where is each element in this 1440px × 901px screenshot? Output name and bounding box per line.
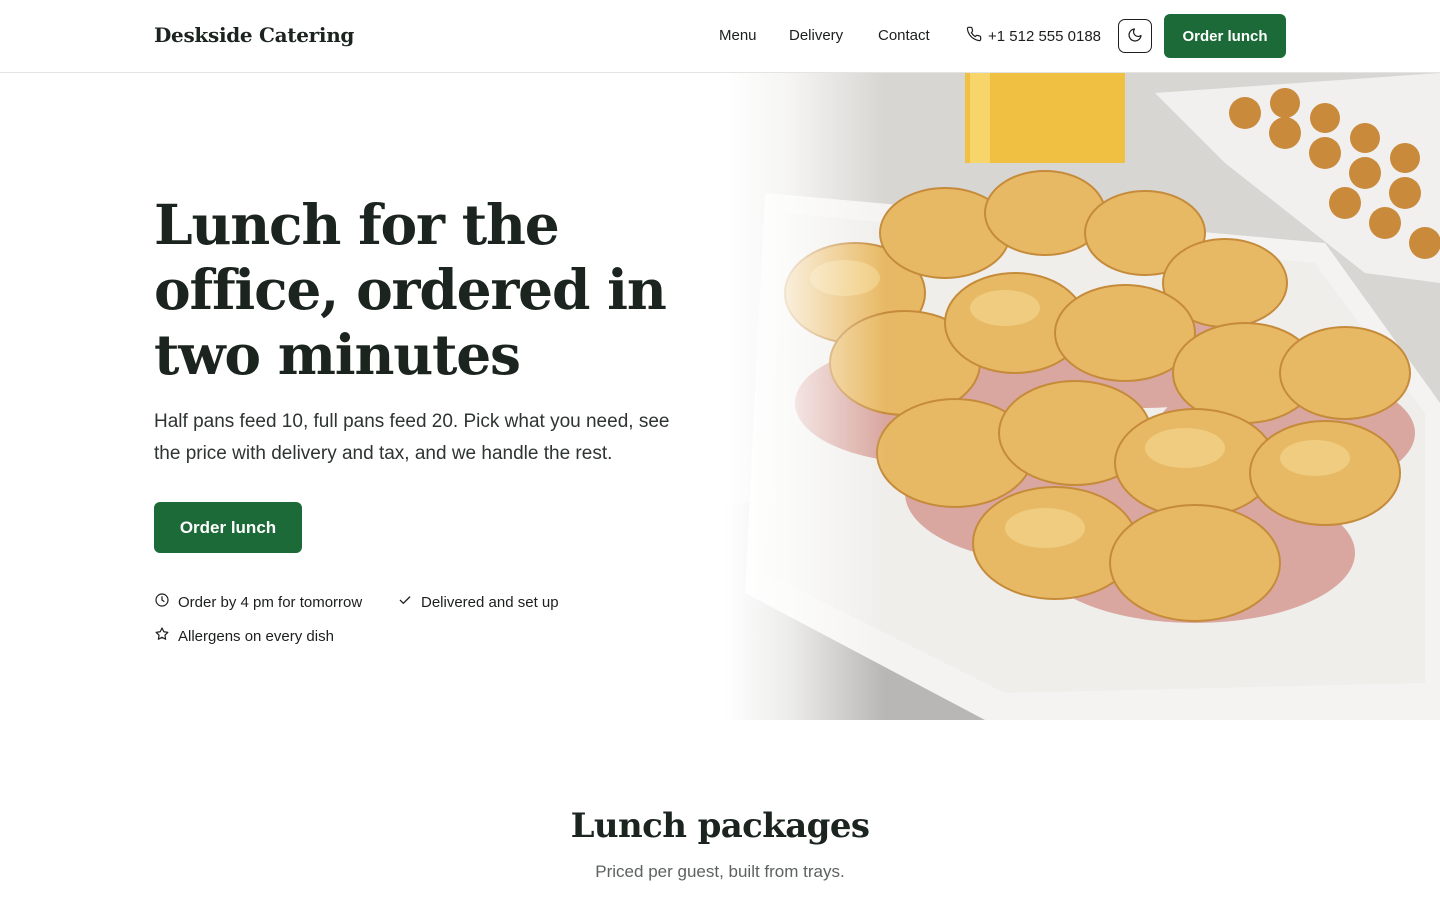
nav-link-contact[interactable]: Contact: [878, 27, 930, 44]
feature-text: Order by 4 pm for tomorrow: [178, 593, 363, 611]
hero-image-fade: [725, 73, 885, 720]
feature-text: Allergens on every dish: [178, 627, 334, 645]
packages-subtitle: Priced per guest, built from trays.: [595, 862, 845, 881]
brand-logo[interactable]: Deskside Catering: [154, 23, 354, 47]
nav-link-menu[interactable]: Menu: [719, 27, 757, 44]
feature-order-deadline: Order by 4 pm for tomorrow: [154, 592, 362, 612]
feature-allergens: Allergens on every dish: [154, 626, 334, 646]
clock-icon: [154, 592, 170, 612]
moon-icon: [1127, 27, 1143, 46]
phone-link[interactable]: +1 512 555 0188: [966, 26, 1101, 46]
star-icon: [154, 626, 170, 646]
hero-subtitle: Half pans feed 10, full pans feed 20. Pi…: [154, 411, 670, 464]
nav-link-delivery[interactable]: Delivery: [789, 27, 843, 44]
header-order-button[interactable]: Order lunch: [1164, 14, 1286, 58]
phone-number: +1 512 555 0188: [988, 27, 1102, 45]
check-icon: [397, 592, 413, 612]
feature-delivery-setup: Delivered and set up: [397, 592, 559, 612]
feature-text: Delivered and set up: [421, 593, 559, 611]
hero-title: Lunch for the office, ordered in two min…: [154, 192, 667, 387]
hero-order-button[interactable]: Order lunch: [154, 502, 302, 553]
packages-title: Lunch packages: [570, 806, 870, 846]
site-header: Deskside Catering Menu Delivery Contact …: [0, 0, 1440, 73]
dark-mode-toggle[interactable]: [1118, 19, 1152, 53]
phone-icon: [966, 26, 982, 46]
